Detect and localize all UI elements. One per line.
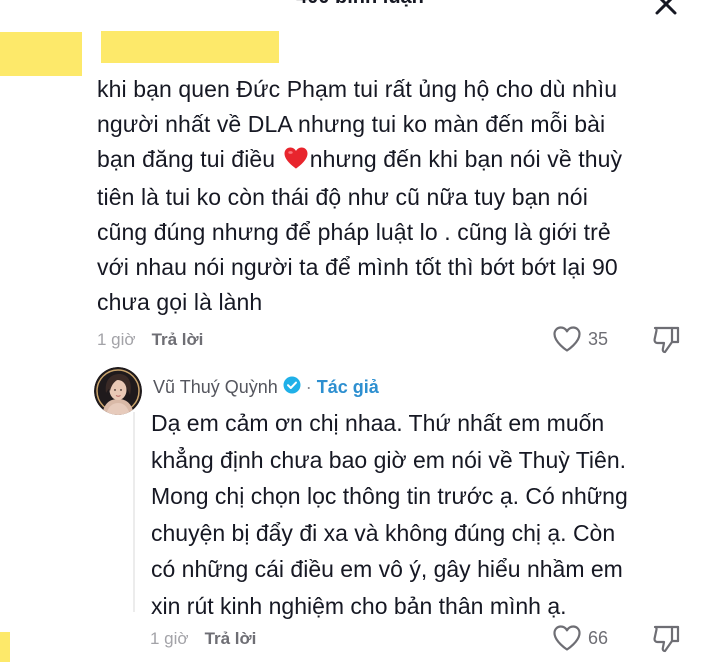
comment-line-part: bạn đăng tui điều	[97, 146, 276, 172]
comment-line: với nhau nói người ta để mình tốt thì bớ…	[97, 254, 618, 280]
reply-line: khẳng định chưa bao giờ em nói về Thuỳ T…	[151, 446, 627, 473]
reply-line: xin rút kinh nghiệm cho bản thân mình ạ.	[151, 592, 567, 619]
close-button[interactable]	[650, 0, 682, 20]
reply-like-button[interactable]: 66	[552, 624, 608, 652]
heart-outline-icon	[553, 625, 581, 651]
like-button[interactable]: 35	[552, 325, 608, 353]
reply-header: Vũ Thuý Quỳnh · Tác giả	[153, 372, 379, 402]
reply-to-reply-button[interactable]: Trả lời	[205, 629, 257, 649]
reply-author-name[interactable]: Vũ Thuý Quỳnh	[153, 377, 278, 398]
comment-time: 1 giờ	[97, 330, 136, 349]
red-heart-emoji-icon	[283, 145, 309, 180]
redacted-username	[101, 31, 279, 63]
comments-count-title: 400 bình luận	[0, 0, 720, 9]
reply-button[interactable]: Trả lời	[152, 330, 204, 350]
reply-like-count: 66	[588, 627, 609, 648]
reply-line: Dạ em cảm ơn chị nhaa. Thứ nhất em muốn	[151, 410, 605, 436]
like-count: 35	[588, 328, 609, 349]
reply-text: Dạ em cảm ơn chị nhaa. Thứ nhất em muốn …	[151, 405, 711, 624]
reply-line: có những cái điều em vô ý, gây hiểu nhầm…	[151, 556, 623, 582]
reply-line: Mong chị chọn lọc thông tin trước ạ. Có …	[151, 483, 628, 509]
dislike-button[interactable]	[651, 324, 681, 361]
separator-dot: ·	[305, 376, 312, 397]
comment-line: người nhất về DLA nhưng tui ko màn đến m…	[97, 111, 606, 137]
close-icon	[655, 0, 677, 15]
thread-line	[133, 412, 135, 612]
thumbs-down-icon	[653, 326, 680, 354]
reply-meta: 1 giờ Trả lời	[150, 624, 256, 654]
comment-line: khi bạn quen Đức Phạm tui rất ủng hộ cho…	[97, 76, 618, 102]
comment-line-part: nhưng đến khi bạn nói về thuỳ	[309, 146, 623, 172]
comment-line: chưa gọi là lành	[97, 289, 263, 315]
comment-line: cũng đúng nhưng để pháp luật lo . cũng l…	[97, 219, 611, 245]
author-tag-badge: Tác giả	[316, 376, 379, 397]
redacted-avatar-next	[0, 632, 10, 662]
comment-line: bạn đăng tui điều nhưng đến khi bạn nói …	[97, 142, 697, 180]
heart-outline-icon	[553, 326, 581, 352]
reply-time: 1 giờ	[150, 629, 189, 648]
reply-line: chuyện bị đẩy đi xa và không đúng chị ạ.…	[151, 519, 616, 546]
comment-line: tiên là tui ko còn thái độ như cũ nữa tu…	[97, 184, 588, 210]
comment-meta: 1 giờ Trả lời	[97, 325, 203, 355]
thumbs-down-icon	[653, 625, 680, 653]
reply-dislike-button[interactable]	[651, 623, 681, 660]
avatar-photo-icon	[94, 367, 142, 415]
avatar[interactable]	[94, 367, 142, 415]
redacted-avatar	[0, 32, 82, 76]
verified-badge-icon	[283, 376, 301, 399]
comment-text: khi bạn quen Đức Phạm tui rất ủng hộ cho…	[97, 72, 697, 320]
